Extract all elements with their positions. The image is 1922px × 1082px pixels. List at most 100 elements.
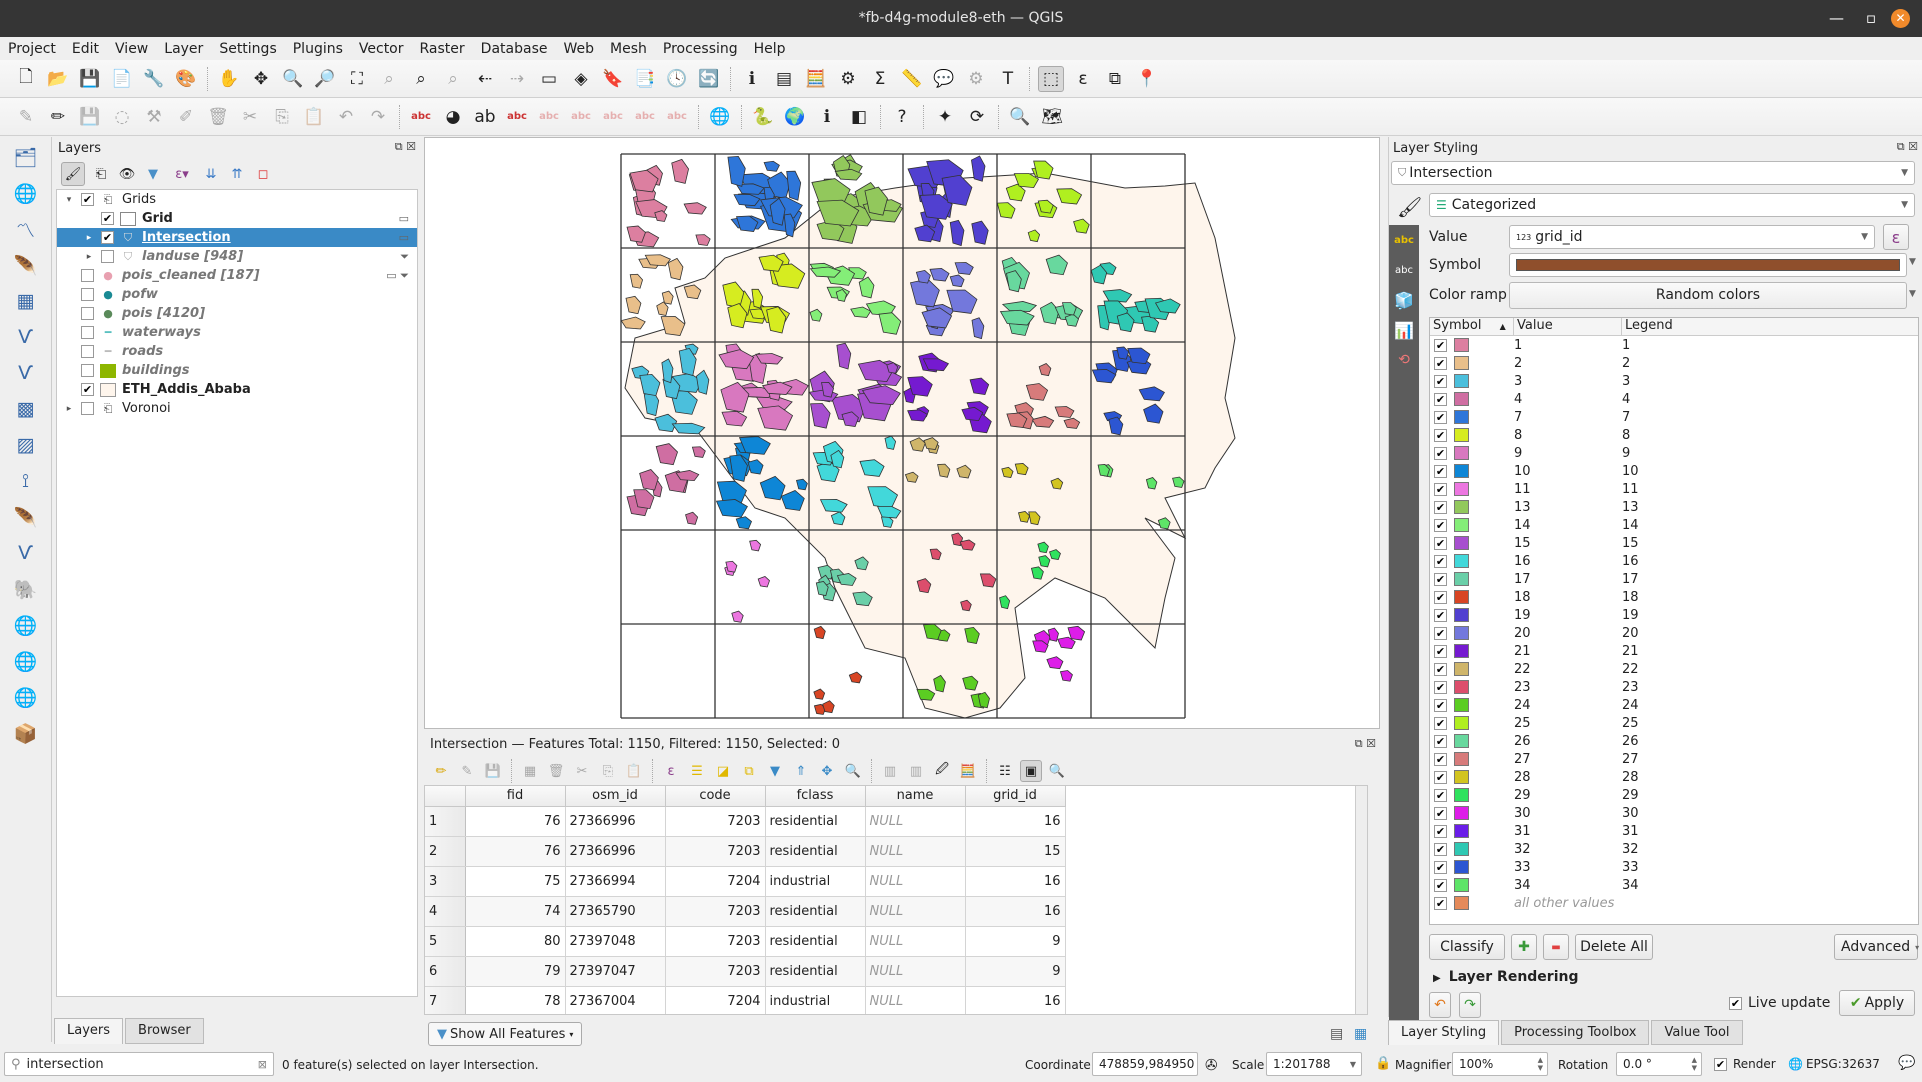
cell-grid_id[interactable]: 16 — [965, 806, 1066, 837]
cell-code[interactable]: 7204 — [665, 986, 766, 1014]
change-label-icon[interactable]: abc — [632, 104, 658, 130]
style-panel-icon[interactable]: 🖌 — [61, 162, 85, 186]
invert-selection-icon[interactable]: ◪ — [712, 760, 734, 782]
category-checkbox[interactable]: ✔ — [1434, 536, 1447, 550]
category-swatch[interactable] — [1454, 860, 1469, 874]
minimize-button[interactable]: — — [1829, 0, 1844, 37]
close-panel-icon[interactable]: ☒ — [406, 140, 416, 153]
advanced-button[interactable]: Advanced ▾ — [1834, 934, 1919, 960]
row-number[interactable]: 3 — [425, 866, 466, 897]
layer-indicator-icon[interactable]: ▭ — [399, 212, 409, 225]
column-header-grid_id[interactable]: grid_id — [965, 786, 1066, 807]
table-row[interactable]: 3 75 27366994 7204 industrial NULL 16 — [425, 866, 1066, 897]
cell-fclass[interactable]: residential — [765, 896, 866, 927]
category-swatch[interactable] — [1454, 644, 1469, 658]
add-vector-icon[interactable]: Ѵ — [11, 359, 41, 387]
cell-code[interactable]: 7203 — [665, 806, 766, 837]
cell-fclass[interactable]: residential — [765, 926, 866, 957]
filter-indicator-icon[interactable]: ⏷ — [400, 250, 409, 264]
cell-osm_id[interactable]: 27397048 — [565, 926, 666, 957]
expand-arrow-icon[interactable]: ▸ — [83, 252, 95, 262]
category-row[interactable]: ✔ 1 1 — [1430, 336, 1918, 354]
layer-item[interactable]: ▸ ⛉ landuse [948] ⏷ — [57, 247, 417, 266]
category-swatch[interactable] — [1454, 752, 1469, 766]
georeferencer-icon[interactable]: ✦ — [932, 104, 958, 130]
tab-layer-styling[interactable]: Layer Styling — [1388, 1020, 1500, 1045]
cell-fclass[interactable]: industrial — [765, 866, 866, 897]
category-row[interactable]: ✔ 31 31 — [1430, 822, 1918, 840]
category-swatch[interactable] — [1454, 680, 1469, 694]
zoom-to-layer-icon[interactable]: ⌕ — [408, 66, 434, 92]
clear-search-icon[interactable]: ⊠ — [258, 1058, 267, 1071]
category-swatch[interactable] — [1454, 842, 1469, 856]
category-swatch[interactable] — [1454, 518, 1469, 532]
masks-tab-icon[interactable]: abc — [1389, 255, 1419, 285]
cell-fid[interactable]: 76 — [465, 836, 566, 867]
category-row[interactable]: ✔ 34 34 — [1430, 876, 1918, 894]
menu-database[interactable]: Database — [481, 41, 548, 57]
new-bookmark-icon[interactable]: 🔖 — [600, 66, 626, 92]
category-swatch[interactable] — [1454, 482, 1469, 496]
layer-item[interactable]: ━ roads — [57, 342, 417, 361]
move-selection-top-icon[interactable]: ⇑ — [790, 760, 812, 782]
menu-web[interactable]: Web — [563, 41, 594, 57]
cell-name[interactable]: NULL — [865, 806, 966, 837]
field-calculator-icon[interactable]: 🧮 — [803, 66, 829, 92]
remove-category-button[interactable]: ▬ — [1543, 934, 1569, 960]
layer-item[interactable]: ▸ ⎗ Voronoi — [57, 399, 417, 418]
table-row[interactable]: 4 74 27365790 7203 residential NULL 16 — [425, 896, 1066, 927]
cell-name[interactable]: NULL — [865, 866, 966, 897]
cell-code[interactable]: 7203 — [665, 956, 766, 987]
save-edits-icon[interactable]: 💾 — [77, 104, 103, 130]
new-virtual-layer-icon[interactable]: ▦ — [11, 287, 41, 315]
symbol-dropdown-icon[interactable]: ▼ — [1909, 257, 1916, 267]
menu-help[interactable]: Help — [754, 41, 786, 57]
column-header-fclass[interactable]: fclass — [765, 786, 866, 807]
category-swatch[interactable] — [1454, 734, 1469, 748]
delete-selected-icon[interactable]: 🗑 — [205, 104, 231, 130]
category-row[interactable]: ✔ 26 26 — [1430, 732, 1918, 750]
layer-item[interactable]: ✔ Grid ▭ — [57, 209, 417, 228]
cell-fid[interactable]: 74 — [465, 896, 566, 927]
new-shapefile-icon[interactable]: 〽 — [11, 215, 41, 243]
zoom-last-icon[interactable]: ⇠ — [472, 66, 498, 92]
3d-view-tab-icon[interactable]: 🧊 — [1389, 285, 1419, 315]
layer-visibility-checkbox[interactable]: ✔ — [81, 383, 94, 396]
category-checkbox[interactable]: ✔ — [1434, 626, 1447, 640]
temporal-controller-icon[interactable]: 🕓 — [664, 66, 690, 92]
cell-code[interactable]: 7203 — [665, 836, 766, 867]
category-swatch[interactable] — [1454, 770, 1469, 784]
close-panel-icon[interactable]: ☒ — [1366, 737, 1376, 750]
table-row[interactable]: 5 80 27397048 7203 residential NULL 9 — [425, 926, 1066, 957]
layer-item[interactable]: ▸ ✔ ⛉ Intersection ▭ — [57, 228, 417, 247]
header-symbol[interactable]: Symbol ▲ — [1430, 318, 1514, 335]
header-value[interactable]: Value — [1514, 318, 1622, 335]
value-field-select[interactable]: 123 grid_id ▼ — [1509, 225, 1875, 249]
category-swatch[interactable] — [1454, 806, 1469, 820]
toggle-extents-icon[interactable]: ✇ — [1205, 1056, 1218, 1074]
save-edits-icon[interactable]: 💾 — [482, 760, 504, 782]
add-group-icon[interactable]: ⎗ — [91, 161, 111, 187]
category-checkbox[interactable]: ✔ — [1434, 428, 1447, 442]
category-checkbox[interactable]: ✔ — [1434, 842, 1447, 856]
layer-item[interactable]: ● pois [4120] — [57, 304, 417, 323]
cell-fid[interactable]: 79 — [465, 956, 566, 987]
select-by-expression-icon[interactable]: ε — [660, 760, 682, 782]
cut-icon[interactable]: ✂ — [571, 760, 593, 782]
category-swatch[interactable] — [1454, 626, 1469, 640]
cell-fclass[interactable]: residential — [765, 956, 866, 987]
zoom-next-icon[interactable]: ⇢ — [504, 66, 530, 92]
show-hide-labels-icon[interactable]: abc — [536, 104, 562, 130]
render-checkbox[interactable]: ✔ Render — [1714, 1057, 1776, 1071]
paste-icon[interactable]: 📋 — [623, 760, 645, 782]
zoom-out-icon[interactable]: 🔎 — [312, 66, 338, 92]
locator-search-input[interactable]: ⚲ intersection ⊠ — [4, 1052, 274, 1076]
row-number[interactable]: 6 — [425, 956, 466, 987]
classify-button[interactable]: Classify — [1429, 934, 1505, 960]
show-all-features-button[interactable]: ▼ Show All Features ▾ — [428, 1022, 583, 1046]
locator-search-icon[interactable]: 🔍 — [1007, 104, 1033, 130]
category-row[interactable]: ✔ 4 4 — [1430, 390, 1918, 408]
cell-grid_id[interactable]: 16 — [965, 986, 1066, 1014]
category-row[interactable]: ✔ 30 30 — [1430, 804, 1918, 822]
lock-scale-icon[interactable]: 🔒 — [1375, 1056, 1391, 1071]
